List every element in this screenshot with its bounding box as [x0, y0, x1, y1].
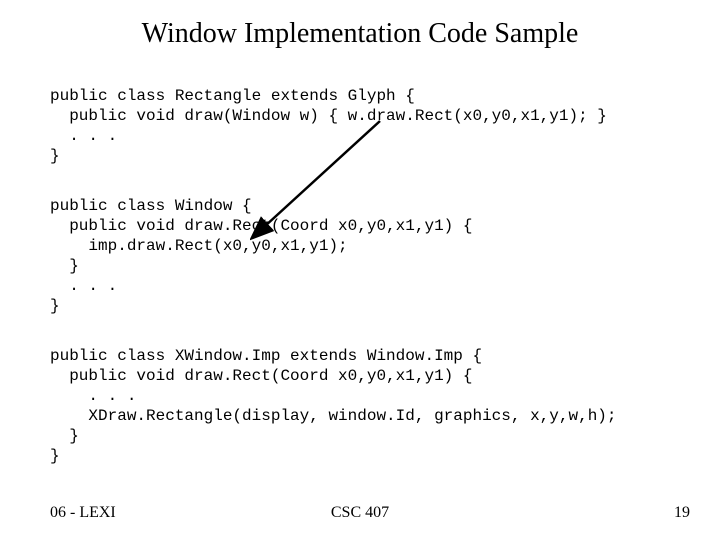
code-block-window: public class Window { public void draw.R… [50, 196, 472, 316]
page-title: Window Implementation Code Sample [0, 18, 720, 50]
code-block-rectangle: public class Rectangle extends Glyph { p… [50, 86, 607, 166]
footer-right: 19 [674, 504, 690, 522]
code-block-xwindowimp: public class XWindow.Imp extends Window.… [50, 346, 617, 466]
slide: Window Implementation Code Sample public… [0, 0, 720, 540]
footer-center: CSC 407 [0, 504, 720, 522]
